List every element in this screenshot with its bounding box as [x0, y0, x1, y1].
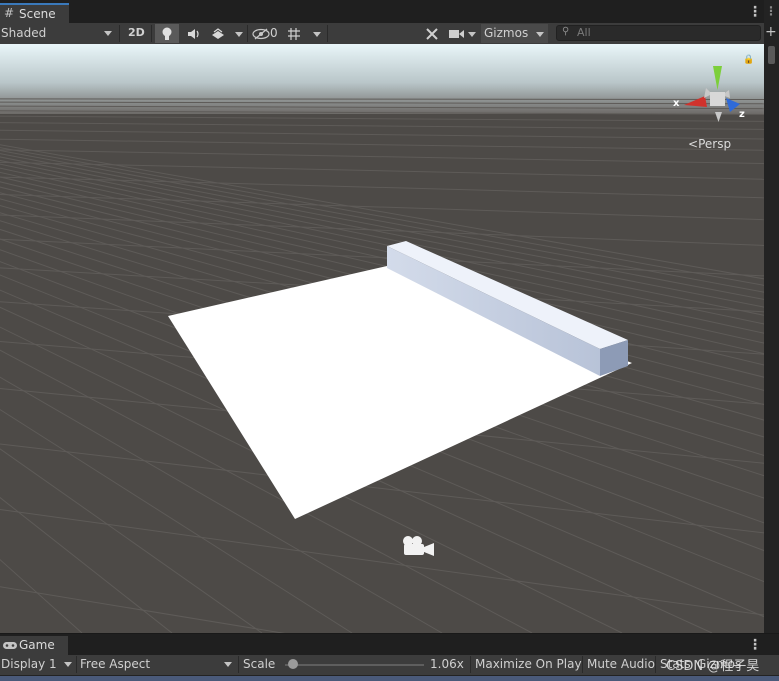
display-dropdown[interactable]: Display 1 [0, 655, 75, 675]
game-tab-strip [0, 633, 779, 656]
scale-value: 1.06x [430, 657, 464, 671]
grid-snap-dropdown[interactable] [285, 24, 325, 43]
hidden-count: 0 [270, 26, 278, 40]
audio-toggle-button[interactable] [182, 24, 206, 43]
chevron-down-icon [468, 32, 476, 37]
divider [119, 25, 120, 42]
scene-render [0, 44, 764, 633]
projection-toggle[interactable]: <Persp [688, 137, 731, 151]
search-icon: ⚲ [562, 26, 570, 37]
toggle-2d-button[interactable]: 2D [124, 25, 148, 42]
divider [655, 656, 656, 673]
effects-dropdown[interactable] [208, 24, 246, 43]
tab-game-label: Game [19, 638, 55, 652]
scrollbar-thumb[interactable] [768, 46, 775, 64]
camera-dropdown[interactable] [446, 24, 480, 43]
game-view-edge [0, 676, 779, 681]
scene-menu-icon[interactable]: ⋮ [748, 5, 762, 19]
gizmos-dropdown[interactable]: Gizmos [481, 24, 548, 43]
lighting-toggle-button[interactable] [155, 24, 179, 43]
lightbulb-icon [162, 27, 172, 40]
tools-icon [426, 28, 438, 40]
tab-game[interactable]: Game [0, 636, 68, 655]
gamepad-icon [3, 642, 17, 649]
toggle-2d-label: 2D [128, 26, 145, 39]
watermark: CSDN @程子昊 [666, 659, 760, 674]
grid-icon: # [4, 6, 15, 20]
scene-viewport[interactable]: x z 🔒 <Persp [0, 44, 764, 633]
projection-label: Persp [698, 137, 732, 151]
orientation-gizmo[interactable] [670, 60, 760, 130]
scene-tab-strip [0, 0, 764, 24]
draw-mode-label: Shaded [1, 26, 47, 40]
scale-label: Scale [243, 657, 276, 671]
display-label: Display 1 [1, 657, 57, 671]
center-cube[interactable] [710, 92, 725, 106]
x-axis-cone[interactable] [684, 96, 707, 107]
lock-icon[interactable]: 🔒 [743, 55, 754, 65]
chevron-down-icon [235, 32, 243, 37]
y-axis-cone[interactable] [713, 66, 722, 90]
tools-button[interactable] [421, 24, 443, 43]
right-gutter: ⋮ + [764, 0, 779, 633]
x-axis-label: x [673, 98, 680, 109]
search-placeholder: All [577, 26, 591, 39]
z-axis-cone[interactable] [726, 98, 740, 112]
eye-slash-icon [252, 28, 270, 40]
tab-scene[interactable]: # Scene [0, 3, 69, 23]
scene-toolbar: Shaded 2D 0 Gizmos ⚲ All [0, 23, 764, 45]
chevron-down-icon [64, 662, 72, 667]
panel-menu-icon[interactable]: ⋮ [765, 4, 777, 18]
chevron-down-icon [536, 32, 544, 37]
chevron-down-icon [313, 32, 321, 37]
maximize-on-play-button[interactable]: Maximize On Play [475, 657, 582, 671]
hidden-objects-toggle[interactable]: 0 [251, 24, 281, 43]
chevron-down-icon [104, 31, 112, 36]
speaker-icon [188, 29, 199, 39]
scale-slider-track[interactable] [285, 664, 424, 666]
mute-audio-button[interactable]: Mute Audio [587, 657, 655, 671]
tab-scene-label: Scene [19, 7, 56, 21]
ground-plane[interactable] [168, 266, 632, 519]
camera-gizmo-icon[interactable] [403, 536, 434, 556]
aspect-dropdown[interactable]: Free Aspect [78, 655, 236, 675]
chevron-down-icon [224, 662, 232, 667]
divider [327, 25, 328, 42]
divider [470, 656, 471, 673]
z-axis-label: z [739, 109, 745, 120]
scale-slider-thumb[interactable] [287, 659, 298, 669]
divider [76, 656, 77, 673]
effects-icon [212, 28, 224, 39]
divider [247, 25, 248, 42]
search-input[interactable]: ⚲ All [556, 25, 761, 41]
camera-icon [449, 30, 464, 38]
aspect-label: Free Aspect [80, 657, 151, 671]
game-toolbar: Display 1 Free Aspect Scale 1.06x Maximi… [0, 655, 779, 676]
gizmos-label: Gizmos [484, 26, 529, 40]
projection-chevron-icon: < [688, 137, 699, 151]
divider [151, 25, 152, 42]
game-menu-icon[interactable]: ⋮ [748, 638, 762, 652]
add-panel-icon[interactable]: + [765, 24, 777, 40]
draw-mode-dropdown[interactable]: Shaded [0, 23, 118, 44]
divider [238, 656, 239, 673]
grid-snap-icon [288, 28, 300, 40]
divider [582, 656, 583, 673]
